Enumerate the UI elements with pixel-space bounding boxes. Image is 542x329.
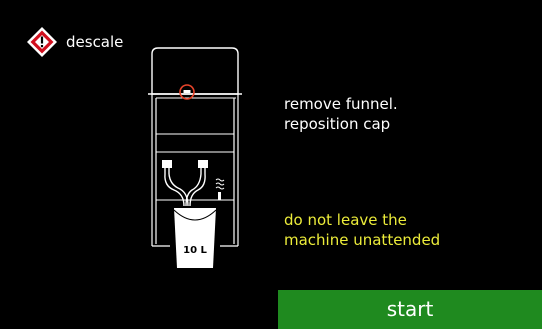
warning-text: do not leave the machine unattended	[284, 211, 441, 249]
instruction-text: remove funnel. reposition cap	[284, 95, 398, 133]
start-button[interactable]: start	[278, 290, 542, 329]
bucket-label: 10 L	[183, 245, 207, 256]
page-header: descale	[26, 26, 123, 58]
warning-diamond-icon	[27, 27, 57, 57]
coffee-machine-diagram: 10 L	[148, 47, 242, 268]
page-title: descale	[66, 32, 124, 51]
machine-illustration: 10 L	[140, 40, 250, 280]
